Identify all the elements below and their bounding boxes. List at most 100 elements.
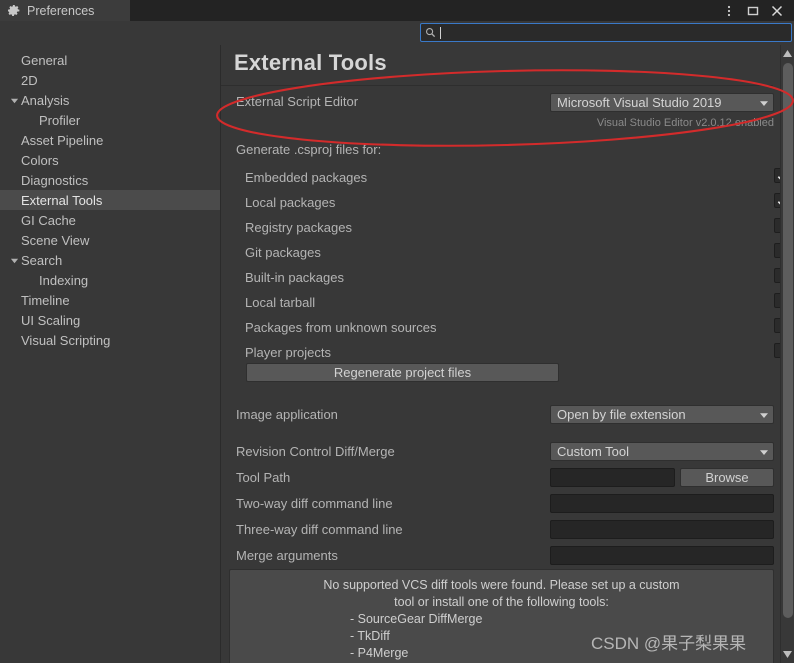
sidebar-item-colors[interactable]: Colors	[0, 150, 220, 170]
sidebar-item-2d[interactable]: 2D	[0, 70, 220, 90]
text-caret	[440, 26, 441, 39]
image-application-label: Image application	[236, 407, 338, 422]
merge-arguments-input[interactable]	[550, 546, 774, 565]
help-tool-1: - SourceGear DiffMerge	[350, 612, 483, 626]
preferences-window: Preferences General 2D Analysis Profiler…	[0, 0, 794, 663]
external-script-editor-dropdown[interactable]: Microsoft Visual Studio 2019	[550, 93, 774, 112]
external-script-editor-row: External Script Editor Microsoft Visual …	[221, 90, 774, 115]
chevron-down-icon[interactable]	[8, 96, 21, 105]
sidebar-item-timeline[interactable]: Timeline	[0, 290, 220, 310]
checkbox-label-embedded-packages: Embedded packages	[245, 170, 368, 185]
checkbox-label-git-packages: Git packages	[245, 245, 321, 260]
image-application-row: Image application Open by file extension	[221, 403, 774, 428]
revision-control-label: Revision Control Diff/Merge	[236, 444, 395, 459]
sidebar-item-external-tools[interactable]: External Tools	[0, 190, 220, 210]
two-way-diff-label: Two-way diff command line	[236, 496, 393, 511]
checkbox-label-builtin-packages: Built-in packages	[245, 270, 344, 285]
tool-path-row: Tool Path Browse	[221, 466, 774, 491]
external-script-editor-label: External Script Editor	[236, 94, 359, 109]
sidebar-item-visual-scripting[interactable]: Visual Scripting	[0, 330, 220, 350]
scrollbar-thumb[interactable]	[783, 63, 793, 618]
help-line-2: tool or install one of the following too…	[394, 595, 609, 609]
chevron-down-icon	[759, 98, 769, 108]
csdn-watermark: CSDN @果子梨果果	[591, 634, 747, 653]
three-way-diff-row: Three-way diff command line	[221, 518, 774, 543]
sidebar-item-ui-scaling[interactable]: UI Scaling	[0, 310, 220, 330]
image-application-dropdown[interactable]: Open by file extension	[550, 405, 774, 424]
checkbox-label-local-packages: Local packages	[245, 195, 336, 210]
external-script-editor-value: Microsoft Visual Studio 2019	[557, 95, 722, 110]
revision-control-value: Custom Tool	[557, 444, 630, 459]
sidebar-item-general[interactable]: General	[0, 50, 220, 70]
sidebar-item-label: Analysis	[21, 92, 70, 108]
tool-path-label: Tool Path	[236, 470, 291, 485]
window-body: General 2D Analysis Profiler Asset Pipel…	[0, 45, 794, 663]
search-bar-row	[0, 21, 794, 45]
scroll-up-arrow-icon[interactable]	[781, 47, 794, 60]
search-input[interactable]	[420, 23, 792, 42]
sidebar: General 2D Analysis Profiler Asset Pipel…	[0, 45, 221, 663]
three-way-diff-label: Three-way diff command line	[236, 522, 403, 537]
chevron-down-icon	[759, 447, 769, 457]
search-icon	[421, 24, 440, 41]
sidebar-item-label: Timeline	[21, 292, 70, 308]
more-menu-icon[interactable]	[718, 0, 740, 21]
close-icon[interactable]	[766, 0, 788, 21]
title-bar: Preferences	[0, 0, 794, 21]
checkbox-label-player-projects: Player projects	[245, 345, 331, 360]
sidebar-item-label: General	[21, 52, 68, 68]
sidebar-item-label: 2D	[21, 72, 38, 88]
sidebar-item-analysis[interactable]: Analysis	[0, 90, 220, 110]
browse-button-label: Browse	[705, 470, 749, 485]
sidebar-item-profiler[interactable]: Profiler	[0, 110, 220, 130]
regenerate-project-files-label: Regenerate project files	[333, 365, 472, 380]
sidebar-item-label: Search	[21, 252, 63, 268]
tab-preferences[interactable]: Preferences	[0, 0, 130, 21]
scroll-down-arrow-icon[interactable]	[781, 648, 794, 661]
browse-button[interactable]: Browse	[680, 468, 774, 487]
help-line-1: No supported VCS diff tools were found. …	[323, 578, 680, 592]
sidebar-item-asset-pipeline[interactable]: Asset Pipeline	[0, 130, 220, 150]
sidebar-item-label: External Tools	[21, 192, 103, 208]
sidebar-item-label: GI Cache	[21, 212, 76, 228]
header-divider	[221, 85, 773, 86]
merge-arguments-row: Merge arguments	[221, 544, 774, 569]
sidebar-item-indexing[interactable]: Indexing	[0, 270, 220, 290]
merge-arguments-label: Merge arguments	[236, 548, 338, 563]
chevron-down-icon	[759, 410, 769, 420]
sidebar-item-gi-cache[interactable]: GI Cache	[0, 210, 220, 230]
chevron-down-icon[interactable]	[8, 256, 21, 265]
two-way-diff-input[interactable]	[550, 494, 774, 513]
sidebar-item-diagnostics[interactable]: Diagnostics	[0, 170, 220, 190]
page-title: External Tools	[234, 50, 387, 75]
two-way-diff-row: Two-way diff command line	[221, 492, 774, 517]
sidebar-item-label: UI Scaling	[21, 312, 81, 328]
script-editor-note: Visual Studio Editor v2.0.12 enabled	[596, 117, 774, 129]
sidebar-item-label: Colors	[21, 152, 59, 168]
gear-icon	[8, 4, 21, 17]
revision-control-diff-merge-row: Revision Control Diff/Merge Custom Tool	[221, 440, 774, 465]
sidebar-item-label: Profiler	[39, 112, 81, 128]
sidebar-item-label: Scene View	[21, 232, 90, 248]
checkbox-label-local-tarball: Local tarball	[245, 295, 316, 310]
main-scrollbar[interactable]	[780, 45, 794, 663]
checkbox-label-registry-packages: Registry packages	[245, 220, 352, 235]
image-application-value: Open by file extension	[557, 407, 686, 422]
sidebar-item-label: Diagnostics	[21, 172, 89, 188]
main-panel: External Tools External Script Editor Mi…	[221, 45, 794, 663]
csproj-header: Generate .csproj files for:	[236, 142, 382, 157]
three-way-diff-input[interactable]	[550, 520, 774, 539]
revision-control-dropdown[interactable]: Custom Tool	[550, 442, 774, 461]
sidebar-item-scene-view[interactable]: Scene View	[0, 230, 220, 250]
regenerate-project-files-button[interactable]: Regenerate project files	[246, 363, 559, 382]
maximize-icon[interactable]	[742, 0, 764, 21]
titlebar-empty-area	[130, 0, 718, 21]
sidebar-item-label: Indexing	[39, 272, 89, 288]
tab-label: Preferences	[27, 3, 95, 18]
sidebar-item-label: Visual Scripting	[21, 332, 111, 348]
checkbox-label-unknown-sources: Packages from unknown sources	[245, 320, 437, 335]
sidebar-item-search[interactable]: Search	[0, 250, 220, 270]
tool-path-input[interactable]	[550, 468, 675, 487]
sidebar-item-label: Asset Pipeline	[21, 132, 104, 148]
window-controls	[718, 0, 794, 21]
